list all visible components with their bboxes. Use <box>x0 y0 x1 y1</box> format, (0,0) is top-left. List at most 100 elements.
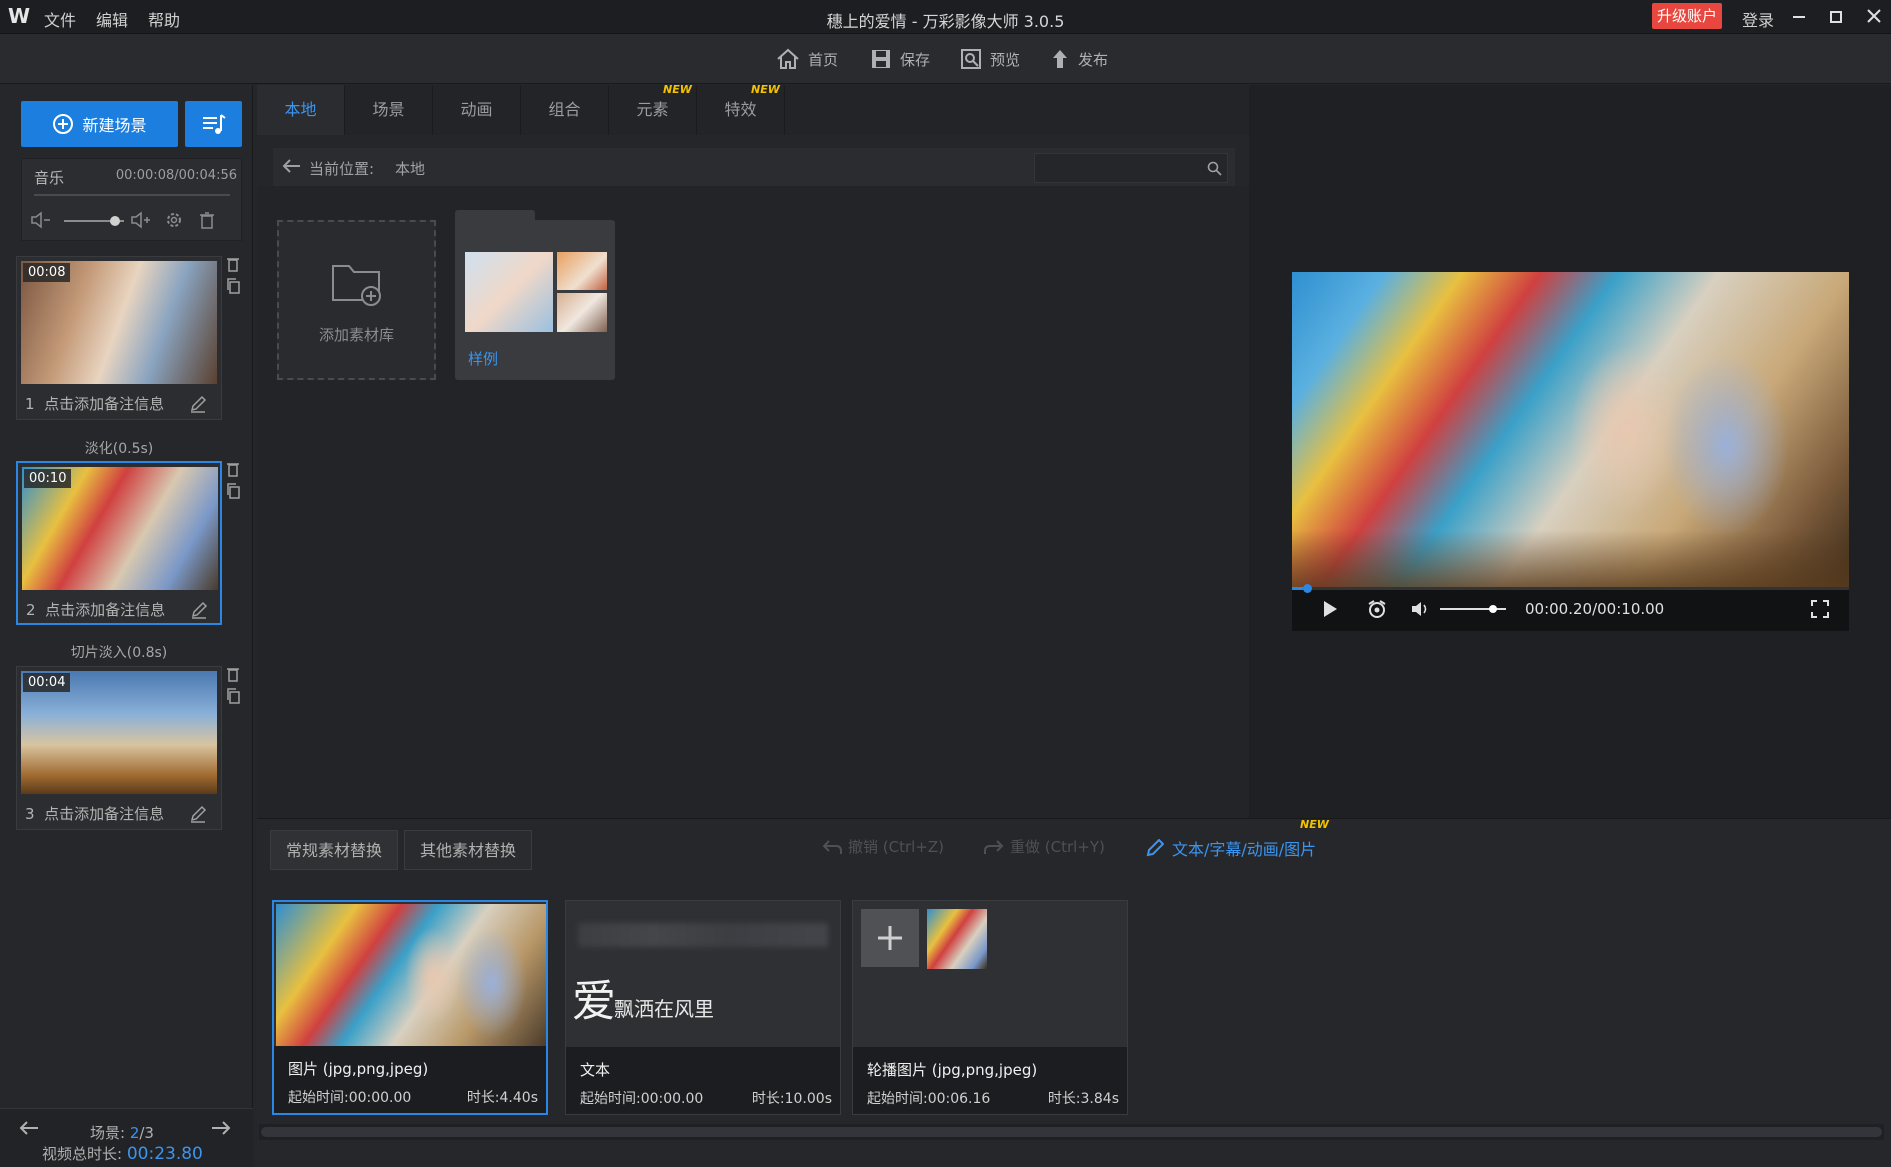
scene-counter-total: /3 <box>139 1124 154 1142</box>
tab-other-replace[interactable]: 其他素材替换 <box>404 830 532 870</box>
horizontal-scrollbar[interactable] <box>259 1124 1884 1140</box>
text-big-char: 爱 <box>572 976 616 1027</box>
volume-knob[interactable] <box>110 216 120 226</box>
save-label: 保存 <box>900 50 931 69</box>
minimize-icon[interactable] <box>1791 9 1807 25</box>
redo-button[interactable]: 重做 (Ctrl+Y) <box>984 836 1105 857</box>
material-title: 轮播图片 (jpg,png,jpeg) <box>867 1061 1038 1079</box>
redo-icon <box>984 839 1004 855</box>
total-duration-label: 视频总时长: <box>42 1145 127 1163</box>
tab-animation[interactable]: 动画 <box>433 85 521 135</box>
tab-group[interactable]: 组合 <box>521 85 609 135</box>
add-library-button[interactable]: 添加素材库 <box>277 220 436 380</box>
sample-label: 样例 <box>468 350 499 368</box>
close-icon[interactable] <box>1866 8 1882 24</box>
material-duration: 时长:4.40s <box>466 1090 538 1106</box>
plus-circle-icon <box>52 113 74 135</box>
maximize-icon[interactable] <box>1828 9 1844 25</box>
music-volume-slider[interactable] <box>64 216 124 226</box>
music-label: 音乐 <box>34 169 65 187</box>
sample-thumbnail <box>557 252 607 290</box>
material-start-time: 起始时间:00:00.00 <box>288 1090 412 1106</box>
scene-index: 1 <box>25 395 35 413</box>
breadcrumb-value[interactable]: 本地 <box>395 158 425 179</box>
search-field[interactable] <box>1039 158 1203 180</box>
undo-button[interactable]: 撤销 (Ctrl+Z) <box>822 836 944 857</box>
scrollbar-thumb[interactable] <box>261 1127 1882 1137</box>
edit-pencil-icon[interactable] <box>189 805 207 823</box>
tab-scene[interactable]: 场景 <box>345 85 433 135</box>
copy-icon[interactable] <box>226 483 240 499</box>
plus-icon <box>875 923 905 953</box>
folder-tab <box>455 210 535 222</box>
upgrade-account-button[interactable]: 升级账户 <box>1652 3 1722 29</box>
redo-label: 重做 (Ctrl+Y) <box>1010 838 1105 856</box>
player-progress-fill <box>1292 587 1304 590</box>
volume-up-icon[interactable] <box>130 211 152 229</box>
scene-index: 3 <box>25 805 35 823</box>
save-button[interactable]: 保存 <box>870 46 930 72</box>
breadcrumb-label: 当前位置: <box>309 160 375 178</box>
undo-icon <box>822 839 842 855</box>
edit-pencil-icon[interactable] <box>190 601 208 619</box>
volume-icon[interactable] <box>1410 600 1430 618</box>
carousel-thumbnail[interactable] <box>927 909 987 969</box>
music-panel: 音乐 00:00:08/00:04:56 <box>21 158 242 241</box>
tab-regular-replace[interactable]: 常规素材替换 <box>270 830 398 870</box>
material-card-carousel[interactable]: 轮播图片 (jpg,png,jpeg) 起始时间:00:06.16 时长:3.8… <box>852 900 1128 1115</box>
music-progress[interactable] <box>34 194 230 196</box>
scene-counter-current: 2 <box>129 1124 140 1142</box>
player-volume-slider[interactable] <box>1440 605 1506 613</box>
transition-label[interactable]: 淡化(0.5s) <box>16 438 222 458</box>
home-button[interactable]: 首页 <box>776 46 838 72</box>
scene-note[interactable]: 点击添加备注信息 <box>45 601 165 619</box>
trash-icon[interactable] <box>198 211 216 229</box>
music-settings-button[interactable] <box>185 101 242 147</box>
play-icon[interactable] <box>1322 600 1338 618</box>
preview-button[interactable]: 预览 <box>960 46 1020 72</box>
fullscreen-icon[interactable] <box>1810 599 1830 619</box>
login-button[interactable]: 登录 <box>1742 7 1774 31</box>
trash-icon[interactable] <box>226 256 240 272</box>
scene-counter: 场景: 2/3 <box>90 1122 154 1143</box>
folder-add-icon <box>331 260 383 306</box>
add-image-button[interactable] <box>861 909 919 967</box>
text-edit-button[interactable]: 文本/字幕/动画/图片 <box>1146 836 1316 860</box>
tab-local[interactable]: 本地 <box>257 85 345 135</box>
home-label: 首页 <box>808 50 839 69</box>
replay-icon[interactable] <box>1366 599 1388 619</box>
material-card-image[interactable]: 图片 (jpg,png,jpeg) 起始时间:00:00.00 时长:4.40s <box>272 900 548 1115</box>
scene-note[interactable]: 点击添加备注信息 <box>44 395 164 413</box>
sample-folder[interactable]: 样例 <box>455 210 615 380</box>
scene-card-2[interactable]: 00:10 2 点击添加备注信息 <box>16 461 222 625</box>
volume-down-icon[interactable] <box>30 211 52 229</box>
search-icon[interactable] <box>1207 161 1223 177</box>
player-progress[interactable] <box>1292 584 1849 593</box>
next-scene-icon[interactable] <box>210 1120 232 1136</box>
copy-icon[interactable] <box>226 688 240 704</box>
publish-button[interactable]: 发布 <box>1050 46 1108 72</box>
new-badge: NEW <box>1300 818 1329 831</box>
player-volume-knob[interactable] <box>1488 605 1497 613</box>
new-scene-button[interactable]: 新建场景 <box>21 101 178 147</box>
transition-label[interactable]: 切片淡入(0.8s) <box>16 642 222 662</box>
trash-icon[interactable] <box>226 666 240 682</box>
edit-pencil-icon[interactable] <box>189 395 207 413</box>
window-title: 穗上的爱情 - 万彩影像大师 3.0.5 <box>826 12 1065 31</box>
material-card-text[interactable]: 爱 飘洒在风里 文本 起始时间:00:00.00 时长:10.00s <box>565 900 841 1115</box>
gear-icon[interactable] <box>164 210 184 230</box>
prev-scene-icon[interactable] <box>18 1120 40 1136</box>
search-input[interactable] <box>1034 153 1228 183</box>
text-preview: 飘洒在风里 <box>614 997 714 1021</box>
scene-note[interactable]: 点击添加备注信息 <box>44 805 164 823</box>
trash-icon[interactable] <box>226 461 240 477</box>
material-duration: 时长:3.84s <box>1047 1091 1119 1107</box>
back-arrow-icon[interactable] <box>281 158 301 174</box>
copy-icon[interactable] <box>226 278 240 294</box>
scene-card-3[interactable]: 00:04 3 点击添加备注信息 <box>16 666 222 830</box>
player-progress-knob[interactable] <box>1303 584 1313 593</box>
material-duration: 时长:10.00s <box>751 1091 832 1107</box>
player-time: 00:00.20/00:10.00 <box>1525 600 1665 618</box>
scene-card-1[interactable]: 00:08 1 点击添加备注信息 <box>16 256 222 420</box>
material-title: 文本 <box>580 1061 611 1079</box>
